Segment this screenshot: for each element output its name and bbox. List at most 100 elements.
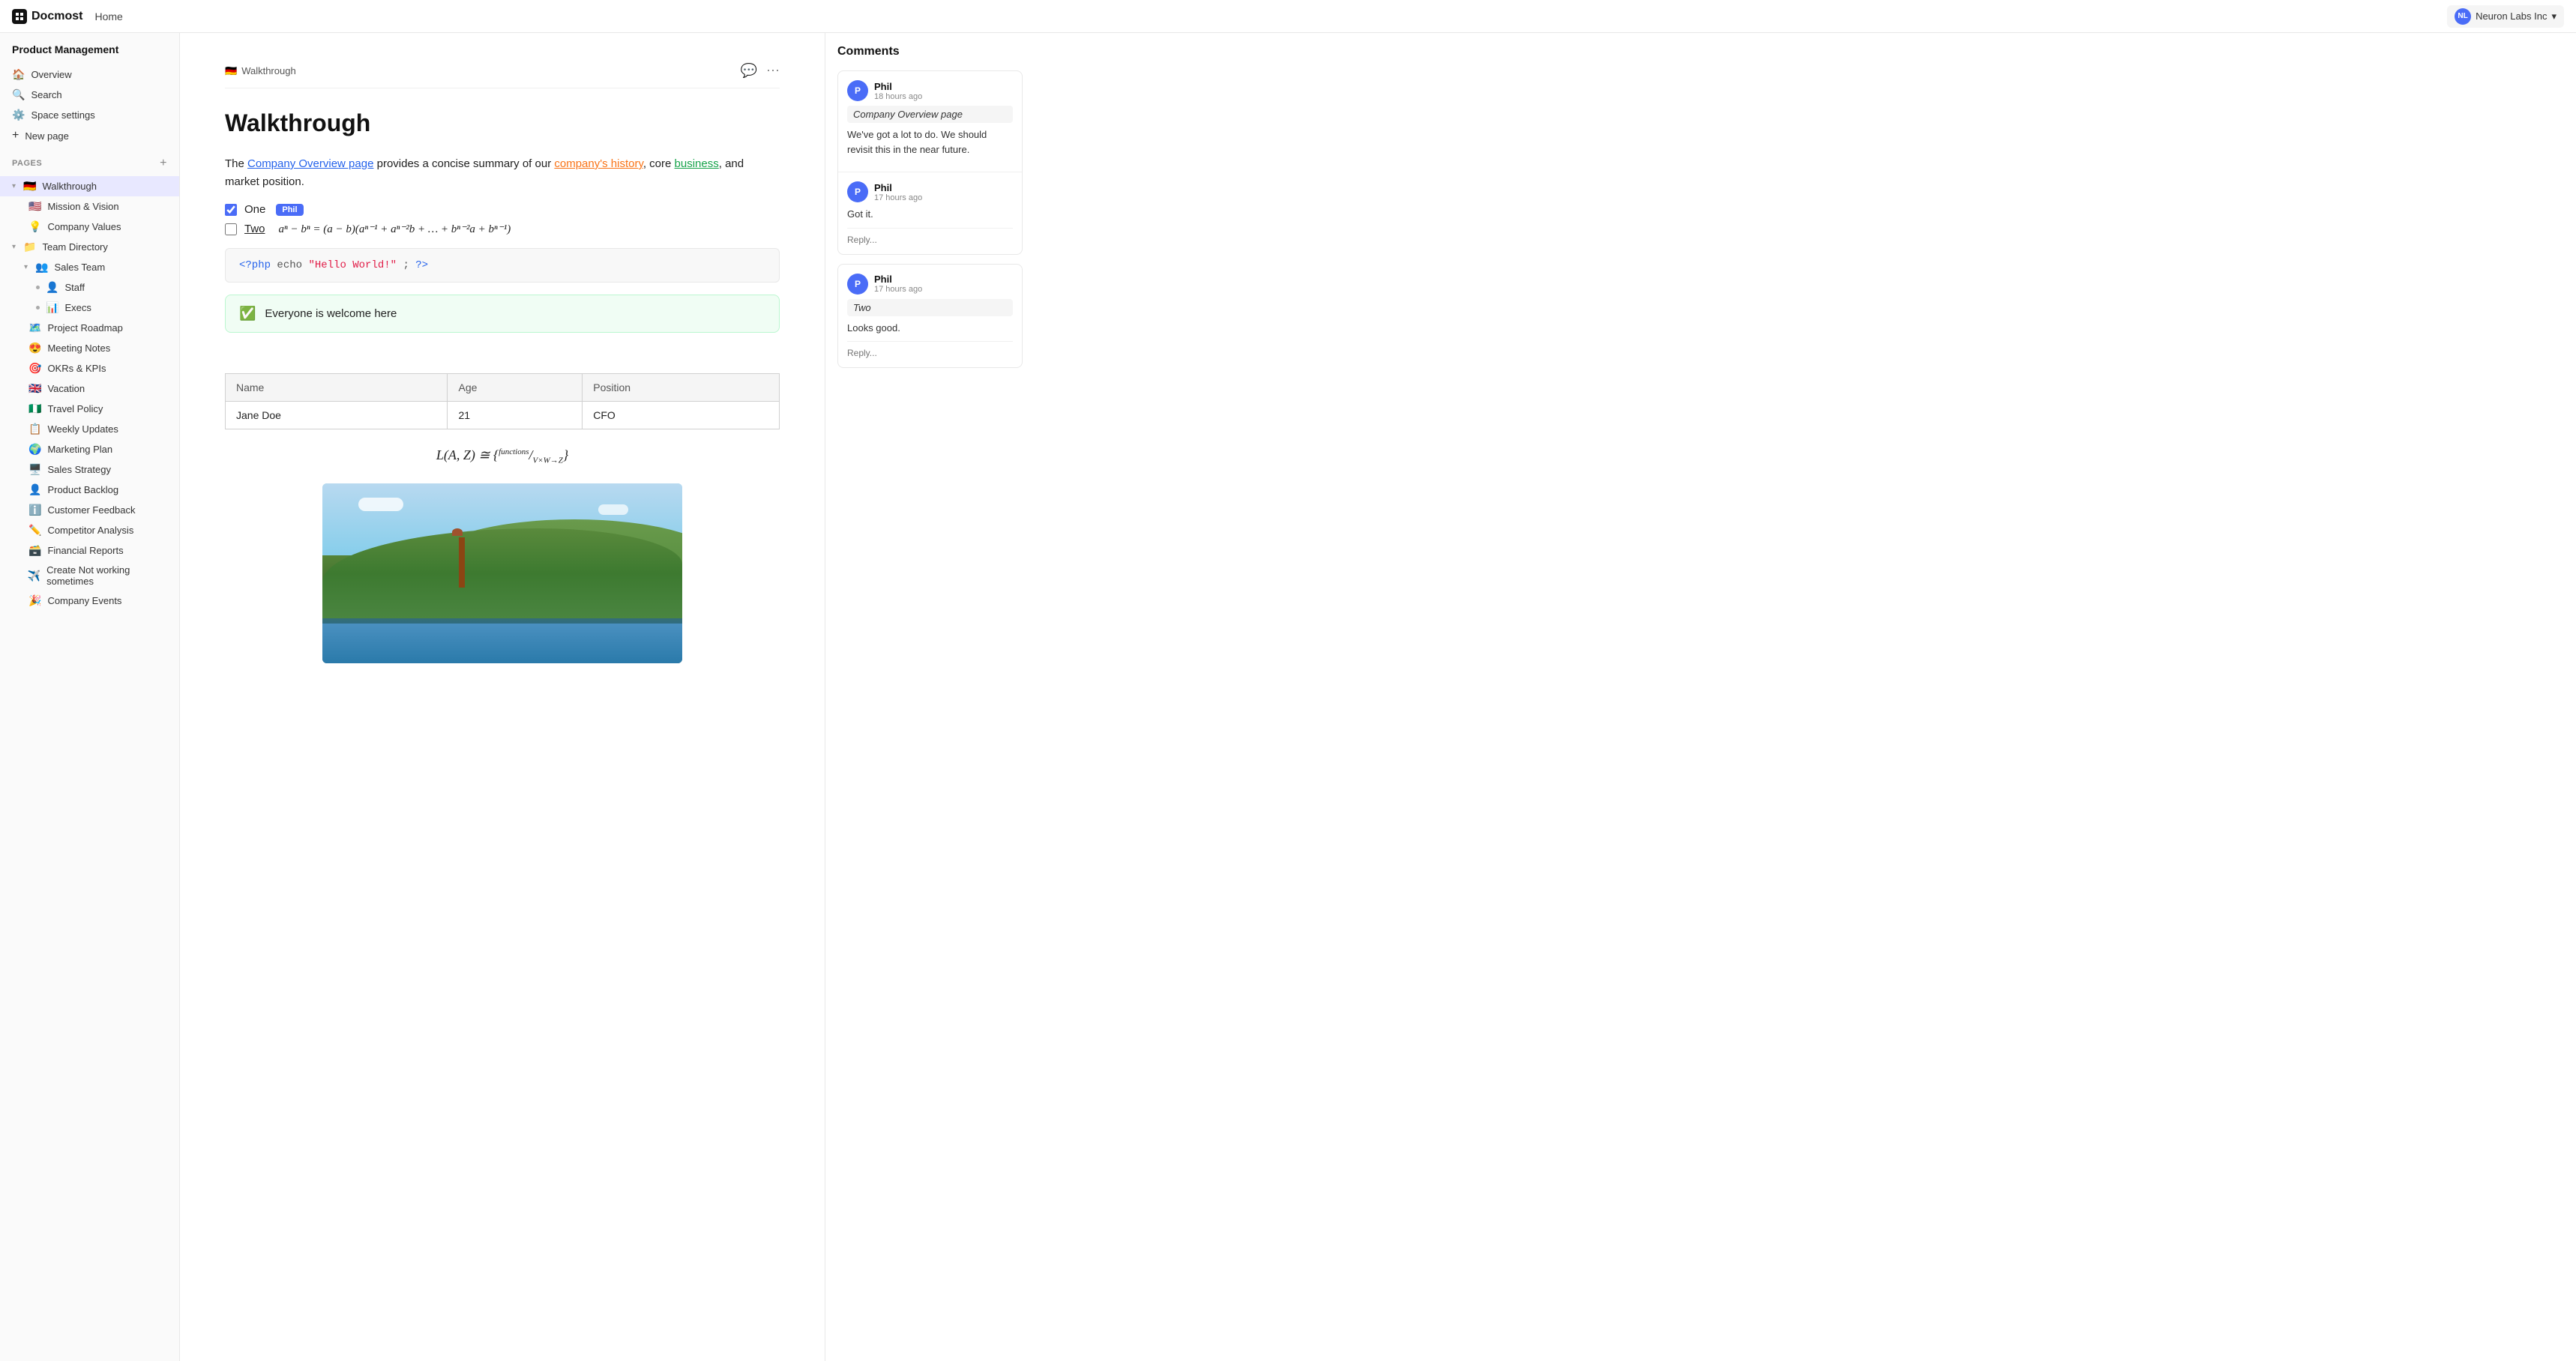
code-semicolon: ; [403,259,415,271]
topbar: Docmost Home NL Neuron Labs Inc ▾ [0,0,2576,33]
col-header-name: Name [226,374,448,402]
reply-input[interactable] [847,235,1013,245]
comment-header: P Phil 18 hours ago [847,80,1013,101]
logo-icon [12,9,27,24]
meeting-icon: 😍 [28,342,41,354]
math-formula: L(A, Z) ≅ {functions/V×W→Z} [436,447,568,462]
sidebar-item-overview[interactable]: 🏠 Overview [0,64,179,85]
sidebar-item-travel-policy[interactable]: 🇳🇬 Travel Policy [0,399,179,419]
sidebar-item-label: Customer Feedback [47,504,135,516]
sidebar-item-walkthrough[interactable]: ▾ 🇩🇪 Walkthrough [0,176,179,196]
doc-image [322,483,682,663]
sidebar-item-label: Financial Reports [47,545,123,556]
add-page-button[interactable]: + [160,157,167,170]
staff-icon: 👤 [46,281,58,294]
search-icon: 🔍 [12,88,25,101]
comment-icon[interactable]: 💬 [741,63,757,79]
table-row: Jane Doe 21 CFO [226,402,780,429]
mission-flag: 🇺🇸 [28,200,41,213]
sidebar-item-weekly-updates[interactable]: 📋 Weekly Updates [0,419,179,439]
comment-header: P Phil 17 hours ago [847,181,1013,202]
avatar: P [847,181,868,202]
comment-reply-area[interactable] [847,341,1013,358]
sidebar-item-customer-feedback[interactable]: ℹ️ Customer Feedback [0,500,179,520]
workspace-avatar: NL [2455,8,2471,25]
tower-top [452,528,463,536]
marketing-icon: 🌍 [28,443,41,456]
sidebar-item-okrs-kpis[interactable]: 🎯 OKRs & KPIs [0,358,179,378]
callout-text: Everyone is welcome here [265,307,397,320]
bullet-icon [36,306,40,310]
sidebar-item-mission-vision[interactable]: 🇺🇸 Mission & Vision [0,196,179,217]
comment-item-2-1: P Phil 17 hours ago Two Looks good. [838,265,1022,368]
topbar-right: NL Neuron Labs Inc ▾ [2447,5,2564,28]
bullet-icon [36,286,40,289]
travel-icon: 🇳🇬 [28,402,41,415]
link-business[interactable]: business [675,157,719,170]
sidebar-item-label: Company Values [47,221,121,232]
sidebar-item-create-not-working[interactable]: ✈️ Create Not working sometimes [0,561,179,591]
sidebar-item-search[interactable]: 🔍 Search [0,85,179,105]
sidebar-item-label: Vacation [47,383,85,394]
link-company-history[interactable]: company's history [554,157,643,170]
settings-icon: ⚙️ [12,109,25,121]
comment-highlight: Two [847,299,1013,316]
sidebar-item-execs[interactable]: 📊 Execs [0,298,179,318]
math-block: L(A, Z) ≅ {functions/V×W→Z} [225,447,780,465]
sidebar-item-product-backlog[interactable]: 👤 Product Backlog [0,480,179,500]
sidebar-item-company-values[interactable]: 💡 Company Values [0,217,179,237]
sidebar-item-new-page[interactable]: + New page [0,125,179,146]
code-string: "Hello World!" [308,259,397,271]
main-layout: Product Management 🏠 Overview 🔍 Search ⚙… [0,33,2576,1361]
checkbox-2[interactable] [225,223,237,235]
sidebar-item-space-settings[interactable]: ⚙️ Space settings [0,105,179,125]
comment-author: Phil [874,182,922,193]
sidebar-item-label: Product Backlog [47,484,118,495]
workspace-chevron: ▾ [2551,10,2557,22]
sidebar-item-vacation[interactable]: 🇬🇧 Vacation [0,378,179,399]
avatar: P [847,80,868,101]
workspace-switcher[interactable]: NL Neuron Labs Inc ▾ [2447,5,2564,28]
sales-strategy-icon: 🖥️ [28,463,41,476]
sidebar-item-staff[interactable]: 👤 Staff [0,277,179,298]
sidebar-item-competitor-analysis[interactable]: ✏️ Competitor Analysis [0,520,179,540]
comment-text: We've got a lot to do. We should revisit… [847,127,1013,157]
sidebar-item-financial-reports[interactable]: 🗃️ Financial Reports [0,540,179,561]
reply-input[interactable] [847,348,1013,358]
code-block[interactable]: <?php echo "Hello World!" ; ?> [225,248,780,283]
weekly-icon: 📋 [28,423,41,435]
sidebar-item-label: Execs [64,302,91,313]
comment-thread-2: P Phil 17 hours ago Two Looks good. [837,264,1023,369]
sidebar-item-company-events[interactable]: 🎉 Company Events [0,591,179,611]
pages-list: ▾ 🇩🇪 Walkthrough 🇺🇸 Mission & Vision 💡 C… [0,173,179,614]
table-toolbar-wrapper: Merge cells [225,345,780,372]
sidebar-item-sales-strategy[interactable]: 🖥️ Sales Strategy [0,459,179,480]
sidebar-nav: 🏠 Overview 🔍 Search ⚙️ Space settings + … [0,61,179,149]
doc-title[interactable]: Walkthrough [225,109,780,137]
more-options-icon[interactable]: ⋯ [766,63,780,79]
phil-badge: Phil [276,204,303,216]
sidebar-item-label: Sales Team [54,262,105,273]
breadcrumb-actions: 💬 ⋯ [741,63,780,79]
sidebar-item-team-directory[interactable]: ▾ 📁 Team Directory [0,237,179,257]
execs-icon: 📊 [46,301,58,314]
link-company-overview[interactable]: Company Overview page [247,157,373,170]
breadcrumb: 🇩🇪 Walkthrough 💬 ⋯ [225,63,780,88]
sidebar-item-marketing-plan[interactable]: 🌍 Marketing Plan [0,439,179,459]
sidebar-item-label: New page [25,130,69,142]
clouds2 [598,504,628,515]
cell-age[interactable]: 21 [448,402,583,429]
sidebar-item-meeting-notes[interactable]: 😍 Meeting Notes [0,338,179,358]
checkbox-1[interactable] [225,204,237,216]
sidebar-item-project-roadmap[interactable]: 🗺️ Project Roadmap [0,318,179,338]
sidebar-item-sales-team[interactable]: ▾ 👥 Sales Team [0,257,179,277]
sidebar-item-label: Create Not working sometimes [46,564,167,587]
nav-home[interactable]: Home [94,10,122,22]
comment-reply-area[interactable] [847,228,1013,245]
chevron-down-icon: ▾ [12,182,16,190]
pages-section-label: Pages + [0,149,179,173]
comment-time: 17 hours ago [874,285,922,294]
comment-header: P Phil 17 hours ago [847,274,1013,295]
cell-name[interactable]: Jane Doe [226,402,448,429]
cell-position[interactable]: CFO [583,402,780,429]
